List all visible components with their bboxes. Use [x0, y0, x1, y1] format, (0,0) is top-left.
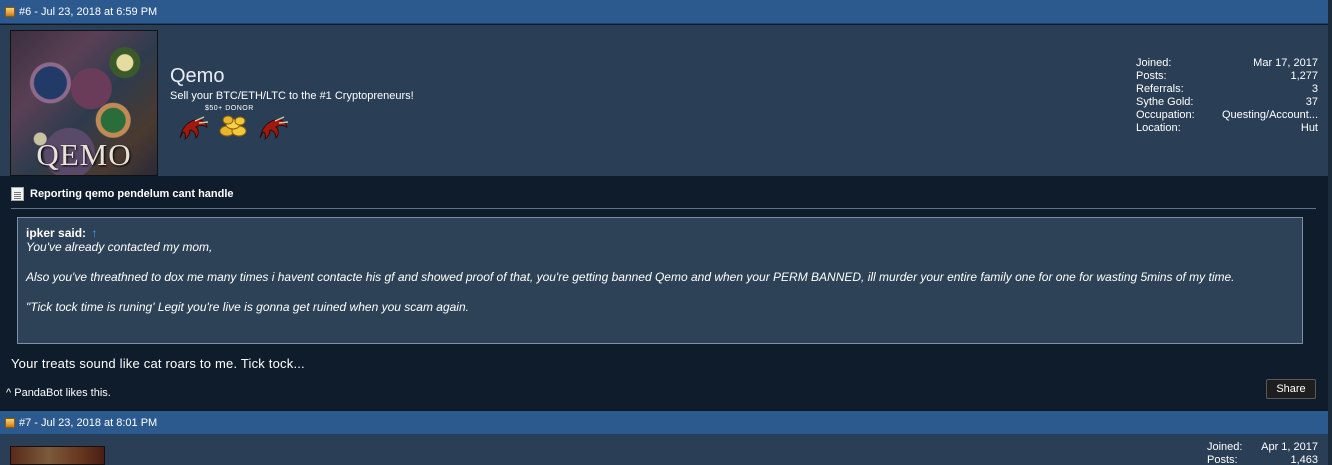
stat-row-occupation: Occupation: Questing/Account...: [1136, 109, 1318, 122]
likes-summary: ^ PandaBot likes this.: [6, 387, 111, 399]
quote-block: ipker said: ↑ You've already contacted m…: [17, 217, 1303, 344]
quote-line: You've already contacted my mom,: [26, 240, 213, 254]
gold-coins-icon: [219, 115, 247, 137]
stat-label: Posts:: [1207, 454, 1238, 465]
stat-row-gold: Sythe Gold: 37: [1136, 96, 1318, 109]
message-title-text: Reporting qemo pendelum cant handle: [30, 188, 234, 200]
stat-row-posts: Posts: 1,277: [1136, 70, 1318, 83]
stat-value: Hut: [1300, 122, 1318, 134]
user-title: Sell your BTC/ETH/LTC to the #1 Cryptopr…: [170, 90, 414, 102]
stat-row-referrals: Referrals: 3: [1136, 83, 1318, 96]
claw-icon: [179, 116, 209, 140]
stat-value: 3: [1311, 83, 1318, 95]
stat-label: Location:: [1136, 122, 1181, 134]
avatar[interactable]: [10, 446, 105, 465]
post-message: Reporting qemo pendelum cant handle ipke…: [0, 176, 1328, 410]
stat-value: Questing/Account...: [1222, 109, 1318, 121]
user-stats: Joined: Mar 17, 2017 Posts: 1,277 Referral…: [1136, 57, 1318, 135]
quote-line: Also you've threathned to dox me many ti…: [26, 270, 1235, 284]
claw-icon: [259, 116, 289, 140]
stat-value[interactable]: 1,463: [1290, 454, 1318, 465]
user-info-panel: QEMO Qemo Sell your BTC/ETH/LTC to the #…: [0, 25, 1328, 176]
post-header: #7 - Jul 23, 2018 at 8:01 PM: [0, 411, 1328, 435]
message-title: Reporting qemo pendelum cant handle: [11, 187, 234, 201]
stat-value: 37: [1305, 96, 1318, 108]
stat-label: Occupation:: [1136, 109, 1195, 121]
stat-value: Mar 17, 2017: [1253, 57, 1318, 69]
stat-row-joined: Joined: Apr 1, 2017: [1207, 441, 1318, 454]
stat-row-posts: Posts: 1,463: [1207, 454, 1318, 465]
stat-row-location: Location: Hut: [1136, 122, 1318, 135]
quote-line: "Tick tock time is runing' Legit you're …: [26, 300, 469, 314]
stat-label: Referrals:: [1136, 83, 1184, 95]
message-body: Your treats sound like cat roars to me. …: [11, 356, 305, 371]
donor-label: $50+ DONOR: [205, 105, 254, 112]
avatar[interactable]: QEMO: [10, 30, 158, 176]
stat-label: Sythe Gold:: [1136, 96, 1194, 108]
page-scrollbar[interactable]: [1328, 0, 1332, 465]
stat-label: Posts:: [1136, 70, 1167, 82]
stat-row-joined: Joined: Mar 17, 2017: [1136, 57, 1318, 70]
divider: [11, 208, 1316, 209]
post-header-label[interactable]: #6 - Jul 23, 2018 at 6:59 PM: [19, 6, 157, 18]
user-info-panel: Joined: Apr 1, 2017 Posts: 1,463: [0, 435, 1328, 465]
stat-label: Joined:: [1207, 441, 1243, 453]
post-header-label[interactable]: #7 - Jul 23, 2018 at 8:01 PM: [19, 417, 157, 429]
quote-author-text: ipker said:: [26, 226, 87, 240]
donor-badge: $50+ DONOR: [177, 105, 292, 145]
stat-label: Joined:: [1136, 57, 1172, 69]
quote-author: ipker said: ↑: [26, 226, 1294, 240]
likes-caret: ^: [6, 387, 12, 399]
post-icon: [5, 417, 15, 428]
stat-value: Apr 1, 2017: [1261, 441, 1318, 453]
username[interactable]: Qemo: [170, 65, 224, 88]
share-button[interactable]: Share: [1266, 379, 1316, 399]
likes-user-link[interactable]: PandaBot: [14, 387, 62, 399]
quote-source-arrow-icon[interactable]: ↑: [91, 226, 97, 240]
likes-suffix: likes this.: [65, 387, 111, 399]
user-stats: Joined: Apr 1, 2017 Posts: 1,463: [1207, 441, 1318, 465]
post-icon: [5, 6, 15, 17]
post-header: #6 - Jul 23, 2018 at 6:59 PM: [0, 0, 1328, 24]
avatar-logo-text: QEMO: [36, 137, 132, 172]
stat-value[interactable]: 1,277: [1290, 70, 1318, 83]
document-icon: [11, 187, 24, 201]
